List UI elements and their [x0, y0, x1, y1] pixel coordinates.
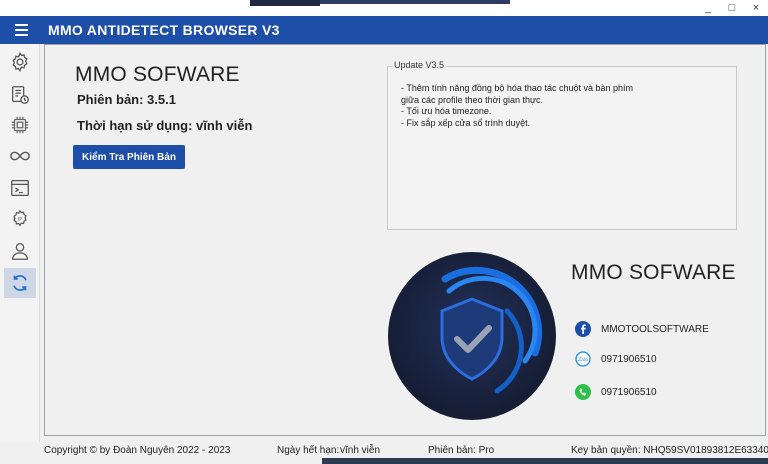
ip-gear-icon: IP [13, 209, 27, 227]
phone-icon [575, 384, 591, 400]
about-panel: MMO SOFWARE Phiên bản: 3.5.1 Thời hạn sử… [44, 44, 766, 436]
sidebar-item-proxy[interactable]: IP [4, 204, 36, 234]
background-strip [322, 458, 768, 464]
zalo-icon: Zalo [575, 351, 591, 367]
version-label: Phiên bản: 3.5.1 [77, 92, 176, 107]
minimize-button[interactable]: _ [702, 2, 714, 14]
svg-text:IP: IP [18, 216, 22, 222]
check-version-button[interactable]: Kiểm Tra Phiên Bản [73, 145, 185, 169]
gear-icon [12, 51, 28, 73]
sidebar-item-chip[interactable] [4, 110, 36, 140]
sidebar: IP [0, 44, 40, 442]
sidebar-item-infinity[interactable] [4, 141, 36, 171]
menu-icon[interactable] [0, 16, 42, 44]
copyright-text: Copyright © by Đoàn Nguyên 2022 - 2023 [44, 445, 231, 456]
update-notes-box: Update V3.5 - Thêm tính năng đồng bộ hóa… [387, 60, 737, 230]
maximize-button[interactable]: □ [726, 2, 738, 14]
phone-contact[interactable]: 0971906510 [575, 384, 657, 400]
update-line: - Fix sắp xếp cửa sổ trình duyệt. [401, 117, 531, 128]
svg-text:Zalo: Zalo [578, 357, 588, 363]
background-strip [320, 0, 510, 4]
update-line: - Thêm tính năng đồng bộ hóa thao tác ch… [401, 83, 633, 93]
status-bar: Copyright © by Đoàn Nguyên 2022 - 2023 N… [0, 440, 768, 460]
infinity-icon [10, 151, 30, 161]
shield-logo-icon [388, 252, 556, 420]
background-strip [250, 0, 320, 6]
app-header: MMO ANTIDETECT BROWSER V3 [0, 16, 768, 44]
sidebar-item-account[interactable] [4, 236, 36, 266]
zalo-contact[interactable]: Zalo 0971906510 [575, 351, 657, 367]
update-line: giữa các profile theo thời gian thực. [401, 94, 544, 105]
edition-label: Phiên bản: Pro [428, 445, 495, 456]
zalo-number: 0971906510 [601, 353, 657, 365]
app-title: MMO ANTIDETECT BROWSER V3 [48, 22, 280, 38]
user-icon [12, 243, 28, 260]
facebook-contact[interactable]: MMOTOOLSOFTWARE [575, 321, 709, 337]
contact-brand-title: MMO SOFWARE [571, 261, 736, 284]
expiry-value: vĩnh viễn [340, 445, 381, 456]
window-chrome: _ □ × [0, 0, 768, 16]
expiry-label: Ngày hết hạn: [277, 445, 340, 456]
update-title: Update V3.5 [392, 60, 447, 70]
facebook-name: MMOTOOLSOFTWARE [601, 323, 709, 335]
sidebar-item-update[interactable] [4, 268, 36, 298]
brand-title: MMO SOFWARE [75, 63, 240, 86]
close-button[interactable]: × [750, 2, 762, 14]
facebook-icon [575, 321, 591, 337]
phone-number: 0971906510 [601, 386, 657, 398]
chip-icon [11, 116, 29, 134]
update-line: - Tối ưu hóa timezone. [401, 106, 492, 116]
sidebar-item-settings[interactable] [4, 47, 36, 77]
refresh-icon [13, 275, 27, 291]
license-label: Thời hạn sử dụng: vĩnh viễn [77, 118, 253, 133]
sidebar-item-history[interactable] [4, 80, 36, 110]
document-clock-icon [12, 86, 29, 104]
update-notes: - Thêm tính năng đồng bộ hóa thao tác ch… [401, 83, 633, 129]
terminal-icon [11, 180, 29, 196]
license-key: Key bản quyền: NHQ59SV01893812E633400BC [571, 445, 768, 456]
window-controls: _ □ × [702, 2, 762, 14]
sidebar-item-terminal[interactable] [4, 173, 36, 203]
